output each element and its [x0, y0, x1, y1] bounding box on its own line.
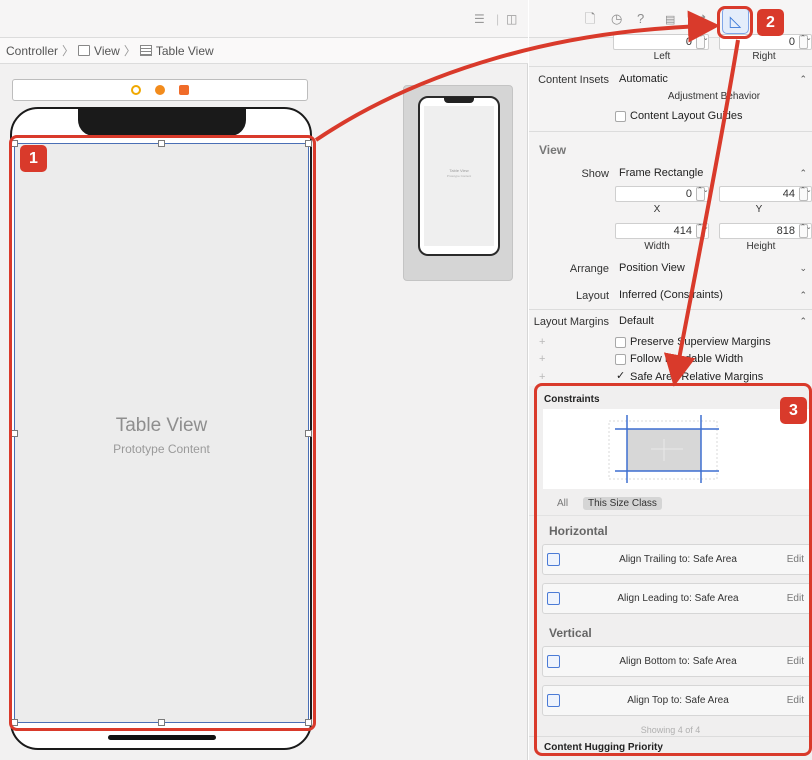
content-insets-label: Content Insets	[538, 74, 609, 86]
left-caption: Left	[653, 51, 671, 62]
show-value: Frame Rectangle	[619, 167, 704, 179]
checkmark-icon[interactable]: ✓	[616, 369, 625, 382]
right-inset-value: 0	[788, 36, 795, 48]
chevron-updown-icon: ⌃	[799, 290, 807, 300]
left-inset-field[interactable]: 0 ⌃⌄	[613, 34, 709, 50]
layout-margins-select[interactable]: Default ⌃	[619, 313, 809, 330]
home-indicator	[108, 735, 216, 740]
layout-label: Layout	[575, 290, 609, 302]
breadcrumb-item-view[interactable]: View	[94, 44, 120, 58]
x-field[interactable]: 0 ⌃⌄	[615, 186, 709, 202]
content-layout-guides-checkbox[interactable]	[615, 111, 626, 122]
callout-box-size-tab	[717, 6, 753, 39]
divider	[529, 309, 812, 310]
table-view-icon	[139, 45, 152, 56]
mini-phone-notch	[444, 97, 474, 103]
add-variation-icon[interactable]: +	[539, 336, 545, 348]
stepper-icon[interactable]: ⌃⌄	[799, 35, 812, 49]
mini-phone-frame: Table View Prototype Content	[418, 96, 500, 256]
callout-box-table-view	[9, 135, 316, 731]
scene-preview[interactable]: Table View Prototype Content	[403, 85, 513, 281]
content-insets-value: Automatic	[619, 73, 668, 85]
adjustment-behavior-caption: Adjustment Behavior	[667, 91, 761, 102]
callout-number: 2	[757, 9, 784, 36]
file-inspector-icon[interactable]: 🗋	[585, 11, 595, 27]
height-caption: Height	[746, 241, 776, 252]
y-caption: Y	[755, 204, 763, 215]
toolbar-divider: |	[496, 12, 500, 26]
follow-readable-width-label: Follow Readable Width	[630, 353, 744, 365]
width-field[interactable]: 414 ⌃⌄	[615, 223, 709, 239]
layout-value: Inferred (Constraints)	[619, 289, 723, 301]
right-caption: Right	[752, 51, 776, 62]
first-responder-icon[interactable]	[155, 85, 165, 95]
inspector-toggle-icon[interactable]: ◫	[506, 12, 517, 26]
height-field[interactable]: 818 ⌃⌄	[719, 223, 812, 239]
left-inset-value: 0	[685, 36, 692, 48]
help-inspector-icon[interactable]: ?	[637, 11, 644, 27]
callout-box-constraints	[534, 383, 812, 756]
preserve-superview-margins-checkbox[interactable]	[615, 337, 626, 348]
breadcrumb-item-table-view[interactable]: Table View	[156, 44, 214, 58]
callout-number: 3	[780, 397, 807, 424]
add-variation-icon[interactable]: +	[539, 371, 545, 383]
preserve-superview-margins-label: Preserve Superview Margins	[630, 336, 771, 348]
x-value: 0	[685, 188, 692, 200]
width-caption: Width	[644, 241, 670, 252]
stepper-icon[interactable]: ⌃⌄	[696, 224, 709, 238]
breadcrumb-separator: 〉	[62, 44, 75, 58]
view-section-title: View	[539, 143, 567, 157]
chevron-updown-icon: ⌃	[799, 74, 807, 84]
lines-icon[interactable]: ☰	[474, 12, 485, 26]
view-icon	[78, 45, 91, 56]
attributes-inspector-icon[interactable]: ⇄	[695, 11, 706, 27]
chevron-updown-icon: ⌃	[799, 168, 807, 178]
canvas-toolbar: ☰ | ◫	[0, 0, 528, 38]
layout-margins-label: Layout Margins	[533, 316, 609, 328]
stepper-icon[interactable]: ⌃⌄	[799, 187, 812, 201]
breadcrumb-item-controller[interactable]: Controller	[6, 44, 58, 58]
arrange-value: Position View	[619, 262, 685, 274]
breadcrumb: Controller 〉 View 〉 Table View	[0, 38, 528, 64]
scene-dock	[12, 79, 308, 101]
divider	[529, 66, 812, 67]
content-layout-guides-label: Content Layout Guides	[630, 110, 743, 122]
mini-table-view-subtitle: Prototype Content	[446, 174, 472, 178]
history-inspector-icon[interactable]: ◷	[611, 11, 622, 27]
layout-margins-value: Default	[619, 315, 654, 327]
phone-notch	[78, 108, 246, 136]
width-value: 414	[673, 225, 692, 237]
stepper-icon[interactable]: ⌃⌄	[696, 35, 709, 49]
height-value: 818	[776, 225, 795, 237]
stepper-icon[interactable]: ⌃⌄	[696, 187, 709, 201]
breadcrumb-separator: 〉	[123, 44, 136, 58]
chevron-updown-icon: ⌃	[799, 316, 807, 326]
arrange-label: Arrange	[569, 263, 609, 275]
y-field[interactable]: 44 ⌃⌄	[719, 186, 812, 202]
show-label: Show	[581, 168, 609, 180]
stepper-icon[interactable]: ⌃⌄	[799, 224, 812, 238]
show-select[interactable]: Frame Rectangle ⌃	[619, 165, 809, 182]
identity-inspector-icon[interactable]: ▤	[665, 12, 675, 28]
xcode-window: ☰ | ◫ Controller 〉 View 〉 Table View Tab…	[0, 0, 812, 760]
mini-table-view-title: Table View	[449, 168, 469, 173]
content-insets-select[interactable]: Automatic ⌃	[619, 71, 809, 88]
callout-number: 1	[20, 145, 47, 172]
mini-table-view: Table View Prototype Content	[424, 106, 494, 246]
x-caption: X	[653, 204, 661, 215]
chevron-down-icon: ⌄	[799, 263, 807, 273]
view-controller-icon[interactable]	[131, 85, 141, 95]
follow-readable-width-checkbox[interactable]	[615, 354, 626, 365]
safe-area-relative-margins-label: Safe Area Relative Margins	[630, 371, 764, 383]
layout-select[interactable]: Inferred (Constraints) ⌃	[619, 287, 809, 304]
exit-icon[interactable]	[179, 85, 189, 95]
arrange-select[interactable]: Position View ⌄	[619, 260, 809, 277]
add-variation-icon[interactable]: +	[539, 353, 545, 365]
divider	[529, 131, 812, 132]
y-value: 44	[782, 188, 795, 200]
